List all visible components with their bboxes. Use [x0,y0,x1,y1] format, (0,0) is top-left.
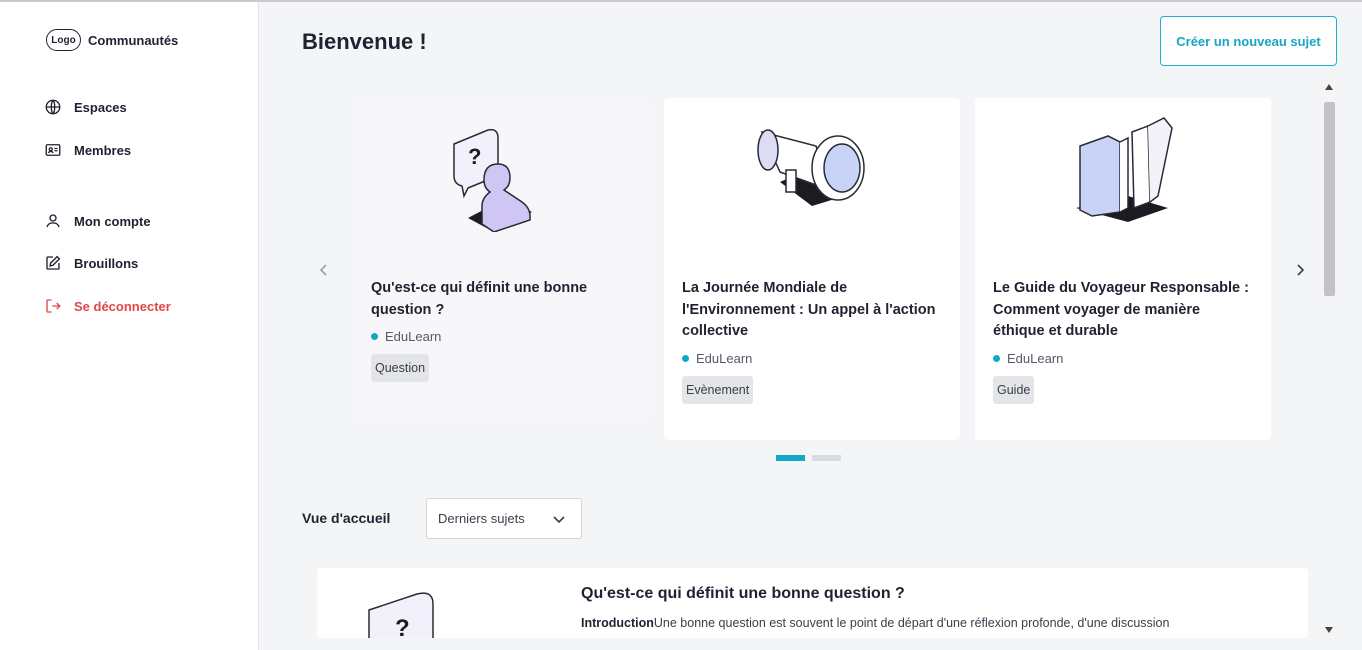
pagination-dot[interactable] [812,455,841,461]
home-view-label: Vue d'accueil [302,510,391,526]
sidebar-item-brouillons[interactable]: Brouillons [44,254,138,272]
sidebar-item-mon-compte[interactable]: Mon compte [44,212,151,230]
scroll-up-arrow[interactable] [1325,84,1333,90]
sidebar-item-espaces[interactable]: Espaces [44,98,127,116]
scrollbar-thumb[interactable] [1324,102,1335,296]
megaphone-illustration [664,112,960,232]
carousel-card[interactable]: La Journée Mondiale de l'Environnement :… [664,98,960,440]
author-name: EduLearn [696,351,753,366]
svg-text:?: ? [395,615,410,638]
sidebar-item-label: Espaces [74,99,127,115]
author-name: EduLearn [385,329,442,344]
sidebar-item-membres[interactable]: Membres [44,141,131,159]
card-author: EduLearn [682,351,752,366]
home-view-select[interactable]: Derniers sujets [426,498,582,539]
feed-item[interactable]: ? Qu'est-ce qui définit une bonne questi… [317,568,1308,638]
question-bubble-illustration: ? [365,590,435,638]
question-bubble-person-illustration: ? [353,112,649,232]
sidebar-item-logout[interactable]: Se déconnecter [44,297,171,315]
card-author: EduLearn [371,329,441,344]
vertical-scrollbar[interactable] [1320,80,1338,638]
scroll-down-arrow[interactable] [1325,627,1333,633]
author-dot [682,355,689,362]
carousel-card[interactable]: ? Qu'est-ce qui définit une bonne questi… [353,98,649,418]
books-illustration [975,112,1271,232]
card-tag[interactable]: Evènement [682,376,754,404]
svg-text:?: ? [468,144,481,169]
feed-item-title: Qu'est-ce qui définit une bonne question… [581,585,905,602]
logout-icon [46,299,61,313]
sidebar: Logo Communautés Espaces Membres Mon com… [0,2,259,650]
card-tag[interactable]: Guide [993,376,1035,404]
carousel-next-button[interactable] [1288,258,1312,282]
card-title: Qu'est-ce qui définit une bonne question… [371,280,588,318]
carousel-card[interactable]: Le Guide du Voyageur Responsable : Comme… [975,98,1271,440]
logo: Logo [46,29,81,51]
author-dot [371,333,378,340]
globe-icon [45,99,61,115]
sidebar-item-label: Mon compte [74,213,151,229]
feed-item-excerpt: IntroductionUne bonne question est souve… [581,616,1231,630]
card-title: Le Guide du Voyageur Responsable : Comme… [993,280,1249,339]
card-title: La Journée Mondiale de l'Environnement :… [682,280,936,339]
carousel-prev-button[interactable] [312,258,336,282]
brand[interactable]: Logo Communautés [46,29,178,51]
create-topic-button[interactable]: Créer un nouveau sujet [1160,16,1337,66]
edit-icon [46,255,61,270]
brand-name: Communautés [88,32,179,48]
sidebar-item-label: Se déconnecter [74,298,171,314]
excerpt-text: Une bonne question est souvent le point … [653,616,1170,630]
home-view-selected: Derniers sujets [438,511,525,526]
sidebar-item-label: Membres [74,142,132,158]
chevron-down-icon [553,516,565,524]
card-author: EduLearn [993,351,1063,366]
pagination-dot-active[interactable] [776,455,805,461]
author-name: EduLearn [1007,351,1064,366]
excerpt-label: Introduction [581,616,654,630]
user-icon [46,214,60,228]
carousel-pagination [776,455,848,461]
page-title: Bienvenue ! [302,29,427,54]
chevron-left-icon [319,264,327,276]
card-tag[interactable]: Question [371,354,430,382]
chevron-right-icon [1297,264,1305,276]
author-dot [993,355,1000,362]
id-card-icon [45,144,61,156]
sidebar-item-label: Brouillons [74,255,139,271]
